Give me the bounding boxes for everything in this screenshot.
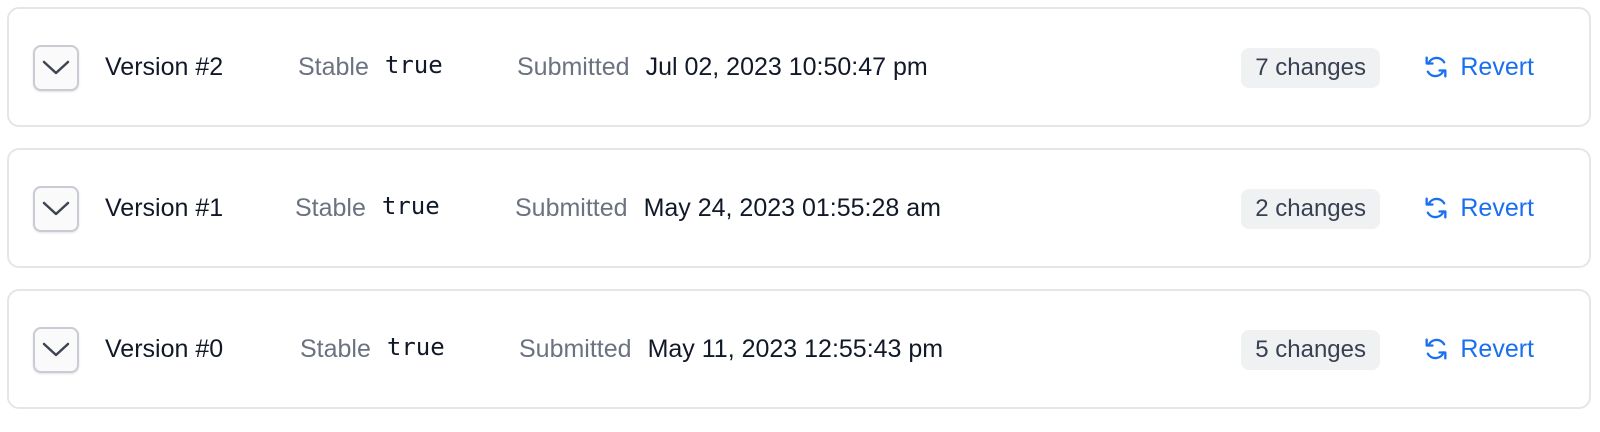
- stable-value: true: [386, 333, 445, 361]
- stable-value: true: [381, 192, 440, 220]
- expand-toggle-button[interactable]: [33, 327, 79, 373]
- submitted-label: Submitted: [517, 52, 630, 81]
- refresh-icon: [1422, 335, 1450, 363]
- stable-field: Stable true: [300, 291, 445, 407]
- submitted-field: Submitted May 11, 2023 12:55:43 pm: [519, 291, 943, 407]
- stable-field: Stable true: [298, 9, 443, 125]
- revert-label: Revert: [1460, 334, 1534, 363]
- version-row: Version #1 Stable true Submitted May 24,…: [7, 148, 1591, 268]
- revert-label: Revert: [1460, 52, 1534, 81]
- submitted-field: Submitted Jul 02, 2023 10:50:47 pm: [517, 9, 928, 125]
- changes-badge: 5 changes: [1241, 330, 1380, 370]
- chevron-down-icon: [42, 60, 70, 76]
- changes-badge: 7 changes: [1241, 48, 1380, 88]
- revert-button[interactable]: Revert: [1422, 150, 1534, 266]
- submitted-date: May 11, 2023 12:55:43 pm: [647, 334, 944, 363]
- stable-value: true: [384, 51, 443, 79]
- chevron-down-icon: [42, 342, 70, 358]
- version-title: Version #2: [105, 52, 224, 81]
- revert-label: Revert: [1460, 193, 1534, 222]
- version-row: Version #0 Stable true Submitted May 11,…: [7, 289, 1591, 409]
- submitted-label: Submitted: [515, 193, 628, 222]
- version-row: Version #2 Stable true Submitted Jul 02,…: [7, 7, 1591, 127]
- stable-label: Stable: [298, 52, 369, 81]
- revert-button[interactable]: Revert: [1422, 291, 1534, 407]
- refresh-icon: [1422, 53, 1450, 81]
- revert-button[interactable]: Revert: [1422, 9, 1534, 125]
- changes-badge: 2 changes: [1241, 189, 1380, 229]
- version-list: Version #2 Stable true Submitted Jul 02,…: [7, 7, 1591, 430]
- expand-toggle-button[interactable]: [33, 45, 79, 91]
- version-title: Version #1: [105, 193, 224, 222]
- version-title: Version #0: [105, 334, 224, 363]
- submitted-date: May 24, 2023 01:55:28 am: [643, 193, 941, 222]
- submitted-date: Jul 02, 2023 10:50:47 pm: [645, 52, 928, 81]
- stable-label: Stable: [300, 334, 371, 363]
- refresh-icon: [1422, 194, 1450, 222]
- chevron-down-icon: [42, 201, 70, 217]
- submitted-label: Submitted: [519, 334, 632, 363]
- expand-toggle-button[interactable]: [33, 186, 79, 232]
- submitted-field: Submitted May 24, 2023 01:55:28 am: [515, 150, 941, 266]
- stable-label: Stable: [295, 193, 366, 222]
- stable-field: Stable true: [295, 150, 440, 266]
